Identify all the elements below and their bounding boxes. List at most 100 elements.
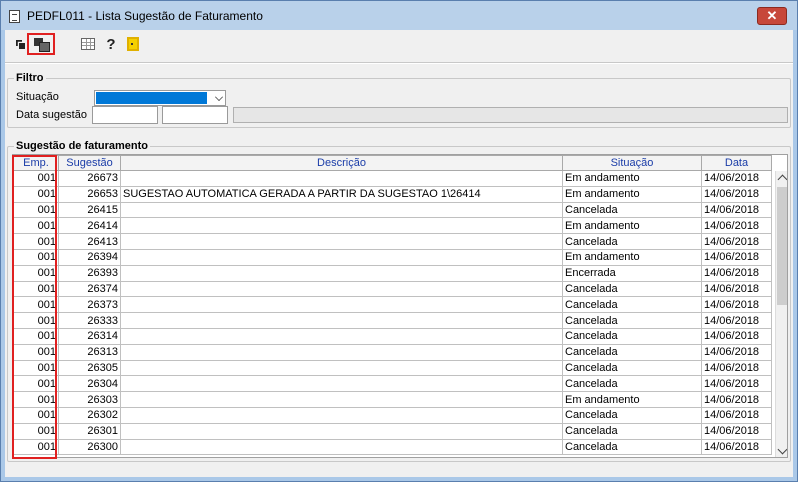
cell-descricao	[120, 280, 563, 298]
table-row[interactable]: 001 26333 Cancelada 14/06/2018	[13, 312, 772, 329]
cell-emp: 001	[13, 217, 59, 235]
filter-group: Filtro Situação Data sugestão	[7, 72, 791, 128]
cell-data: 14/06/2018	[701, 375, 772, 393]
cell-situacao: Em andamento	[562, 391, 702, 408]
sugestao-group: Sugestão de faturamento Emp. Sugestão De…	[7, 140, 791, 462]
column-header-situacao[interactable]: Situação	[562, 155, 702, 171]
table-row[interactable]: 001 26673 Em andamento 14/06/2018	[13, 170, 772, 187]
help-icon: ?	[106, 35, 116, 53]
cell-situacao: Cancelada	[562, 327, 702, 345]
cell-descricao	[120, 233, 563, 250]
table-row[interactable]: 001 26300 Cancelada 14/06/2018	[13, 438, 772, 456]
column-header-sugestao[interactable]: Sugestão	[58, 155, 121, 171]
table-row[interactable]: 001 26653 SUGESTAO AUTOMATICA GERADA A PAR…	[13, 185, 772, 203]
chevron-down-icon[interactable]	[215, 93, 223, 101]
cell-data: 14/06/2018	[701, 422, 772, 440]
cell-descricao	[120, 406, 563, 424]
cell-descricao	[120, 438, 563, 456]
table-row[interactable]: 001 26314 Cancelada 14/06/2018	[13, 327, 772, 345]
table-row[interactable]: 001 26415 Cancelada 14/06/2018	[13, 201, 772, 219]
sugestao-grid[interactable]: Emp. Sugestão Descrição Situação Data 00…	[12, 154, 788, 458]
table-row[interactable]: 001 26373 Cancelada 14/06/2018	[13, 296, 772, 314]
cell-sugestao: 26302	[58, 406, 121, 424]
column-header-data[interactable]: Data	[701, 155, 772, 171]
cell-emp: 001	[13, 327, 59, 345]
table-row[interactable]: 001 26374 Cancelada 14/06/2018	[13, 280, 772, 298]
cell-data: 14/06/2018	[701, 391, 772, 408]
title-bar[interactable]: PEDFL011 - Lista Sugestão de Faturamento…	[1, 1, 797, 30]
window-title: PEDFL011 - Lista Sugestão de Faturamento	[27, 9, 263, 23]
cell-sugestao: 26374	[58, 280, 121, 298]
column-header-emp[interactable]: Emp.	[13, 155, 59, 171]
cell-descricao	[120, 248, 563, 266]
cell-emp: 001	[13, 359, 59, 377]
cell-descricao	[120, 391, 563, 408]
table-row[interactable]: 001 26413 Cancelada 14/06/2018	[13, 233, 772, 250]
table-row[interactable]: 001 26414 Em andamento 14/06/2018	[13, 217, 772, 235]
table-row[interactable]: 001 26303 Em andamento 14/06/2018	[13, 391, 772, 408]
table-row[interactable]: 001 26305 Cancelada 14/06/2018	[13, 359, 772, 377]
cell-data: 14/06/2018	[701, 217, 772, 235]
cell-sugestao: 26300	[58, 438, 121, 456]
cell-data: 14/06/2018	[701, 438, 772, 456]
cell-descricao	[120, 312, 563, 329]
cell-data: 14/06/2018	[701, 280, 772, 298]
table-row[interactable]: 001 26301 Cancelada 14/06/2018	[13, 422, 772, 440]
cell-descricao	[120, 359, 563, 377]
cell-emp: 001	[13, 233, 59, 250]
data-from-field[interactable]	[92, 106, 158, 124]
select-icon	[15, 39, 25, 49]
cell-emp: 001	[13, 185, 59, 203]
cell-situacao: Cancelada	[562, 438, 702, 456]
cell-sugestao: 26394	[58, 248, 121, 266]
cell-situacao: Cancelada	[562, 343, 702, 361]
grid-button[interactable]	[79, 35, 97, 53]
toolbar-separator	[5, 62, 793, 64]
cell-sugestao: 26333	[58, 312, 121, 329]
cell-sugestao: 26393	[58, 264, 121, 282]
export-button[interactable]	[27, 33, 55, 55]
cell-data: 14/06/2018	[701, 406, 772, 424]
cell-situacao: Cancelada	[562, 359, 702, 377]
grid-icon	[81, 38, 95, 50]
cell-situacao: Encerrada	[562, 264, 702, 282]
close-button[interactable]: ✕	[757, 7, 787, 25]
cell-situacao: Cancelada	[562, 280, 702, 298]
table-header-row: Emp. Sugestão Descrição Situação Data	[13, 155, 772, 171]
cell-data: 14/06/2018	[701, 248, 772, 266]
cell-emp: 001	[13, 438, 59, 456]
cell-situacao: Em andamento	[562, 217, 702, 235]
vertical-scrollbar[interactable]	[775, 171, 787, 457]
table-row[interactable]: 001 26313 Cancelada 14/06/2018	[13, 343, 772, 361]
cell-sugestao: 26673	[58, 170, 121, 187]
scroll-down-icon[interactable]	[777, 444, 787, 455]
cell-sugestao: 26301	[58, 422, 121, 440]
cell-emp: 001	[13, 312, 59, 329]
situacao-combo[interactable]	[94, 90, 226, 106]
cell-data: 14/06/2018	[701, 359, 772, 377]
table-row[interactable]: 001 26302 Cancelada 14/06/2018	[13, 406, 772, 424]
scroll-up-icon[interactable]	[777, 174, 787, 185]
cell-sugestao: 26415	[58, 201, 121, 219]
cell-situacao: Cancelada	[562, 406, 702, 424]
data-to-field[interactable]	[162, 106, 228, 124]
cell-data: 14/06/2018	[701, 185, 772, 203]
table-row[interactable]: 001 26394 Em andamento 14/06/2018	[13, 248, 772, 266]
exit-button[interactable]	[124, 35, 142, 53]
cell-sugestao: 26305	[58, 359, 121, 377]
cell-descricao	[120, 422, 563, 440]
cell-descricao	[120, 201, 563, 219]
help-button[interactable]: ?	[102, 35, 120, 53]
cell-sugestao: 26414	[58, 217, 121, 235]
cell-data: 14/06/2018	[701, 264, 772, 282]
scroll-thumb[interactable]	[777, 187, 787, 305]
cell-data: 14/06/2018	[701, 343, 772, 361]
exit-door-icon	[127, 37, 139, 51]
table-row[interactable]: 001 26304 Cancelada 14/06/2018	[13, 375, 772, 393]
cell-emp: 001	[13, 422, 59, 440]
table-body: 001 26673 Em andamento 14/06/2018 001 26653 SU…	[13, 170, 772, 456]
cell-emp: 001	[13, 264, 59, 282]
table-row[interactable]: 001 26393 Encerrada 14/06/2018	[13, 264, 772, 282]
cell-situacao: Cancelada	[562, 312, 702, 329]
column-header-descricao[interactable]: Descrição	[120, 155, 563, 171]
